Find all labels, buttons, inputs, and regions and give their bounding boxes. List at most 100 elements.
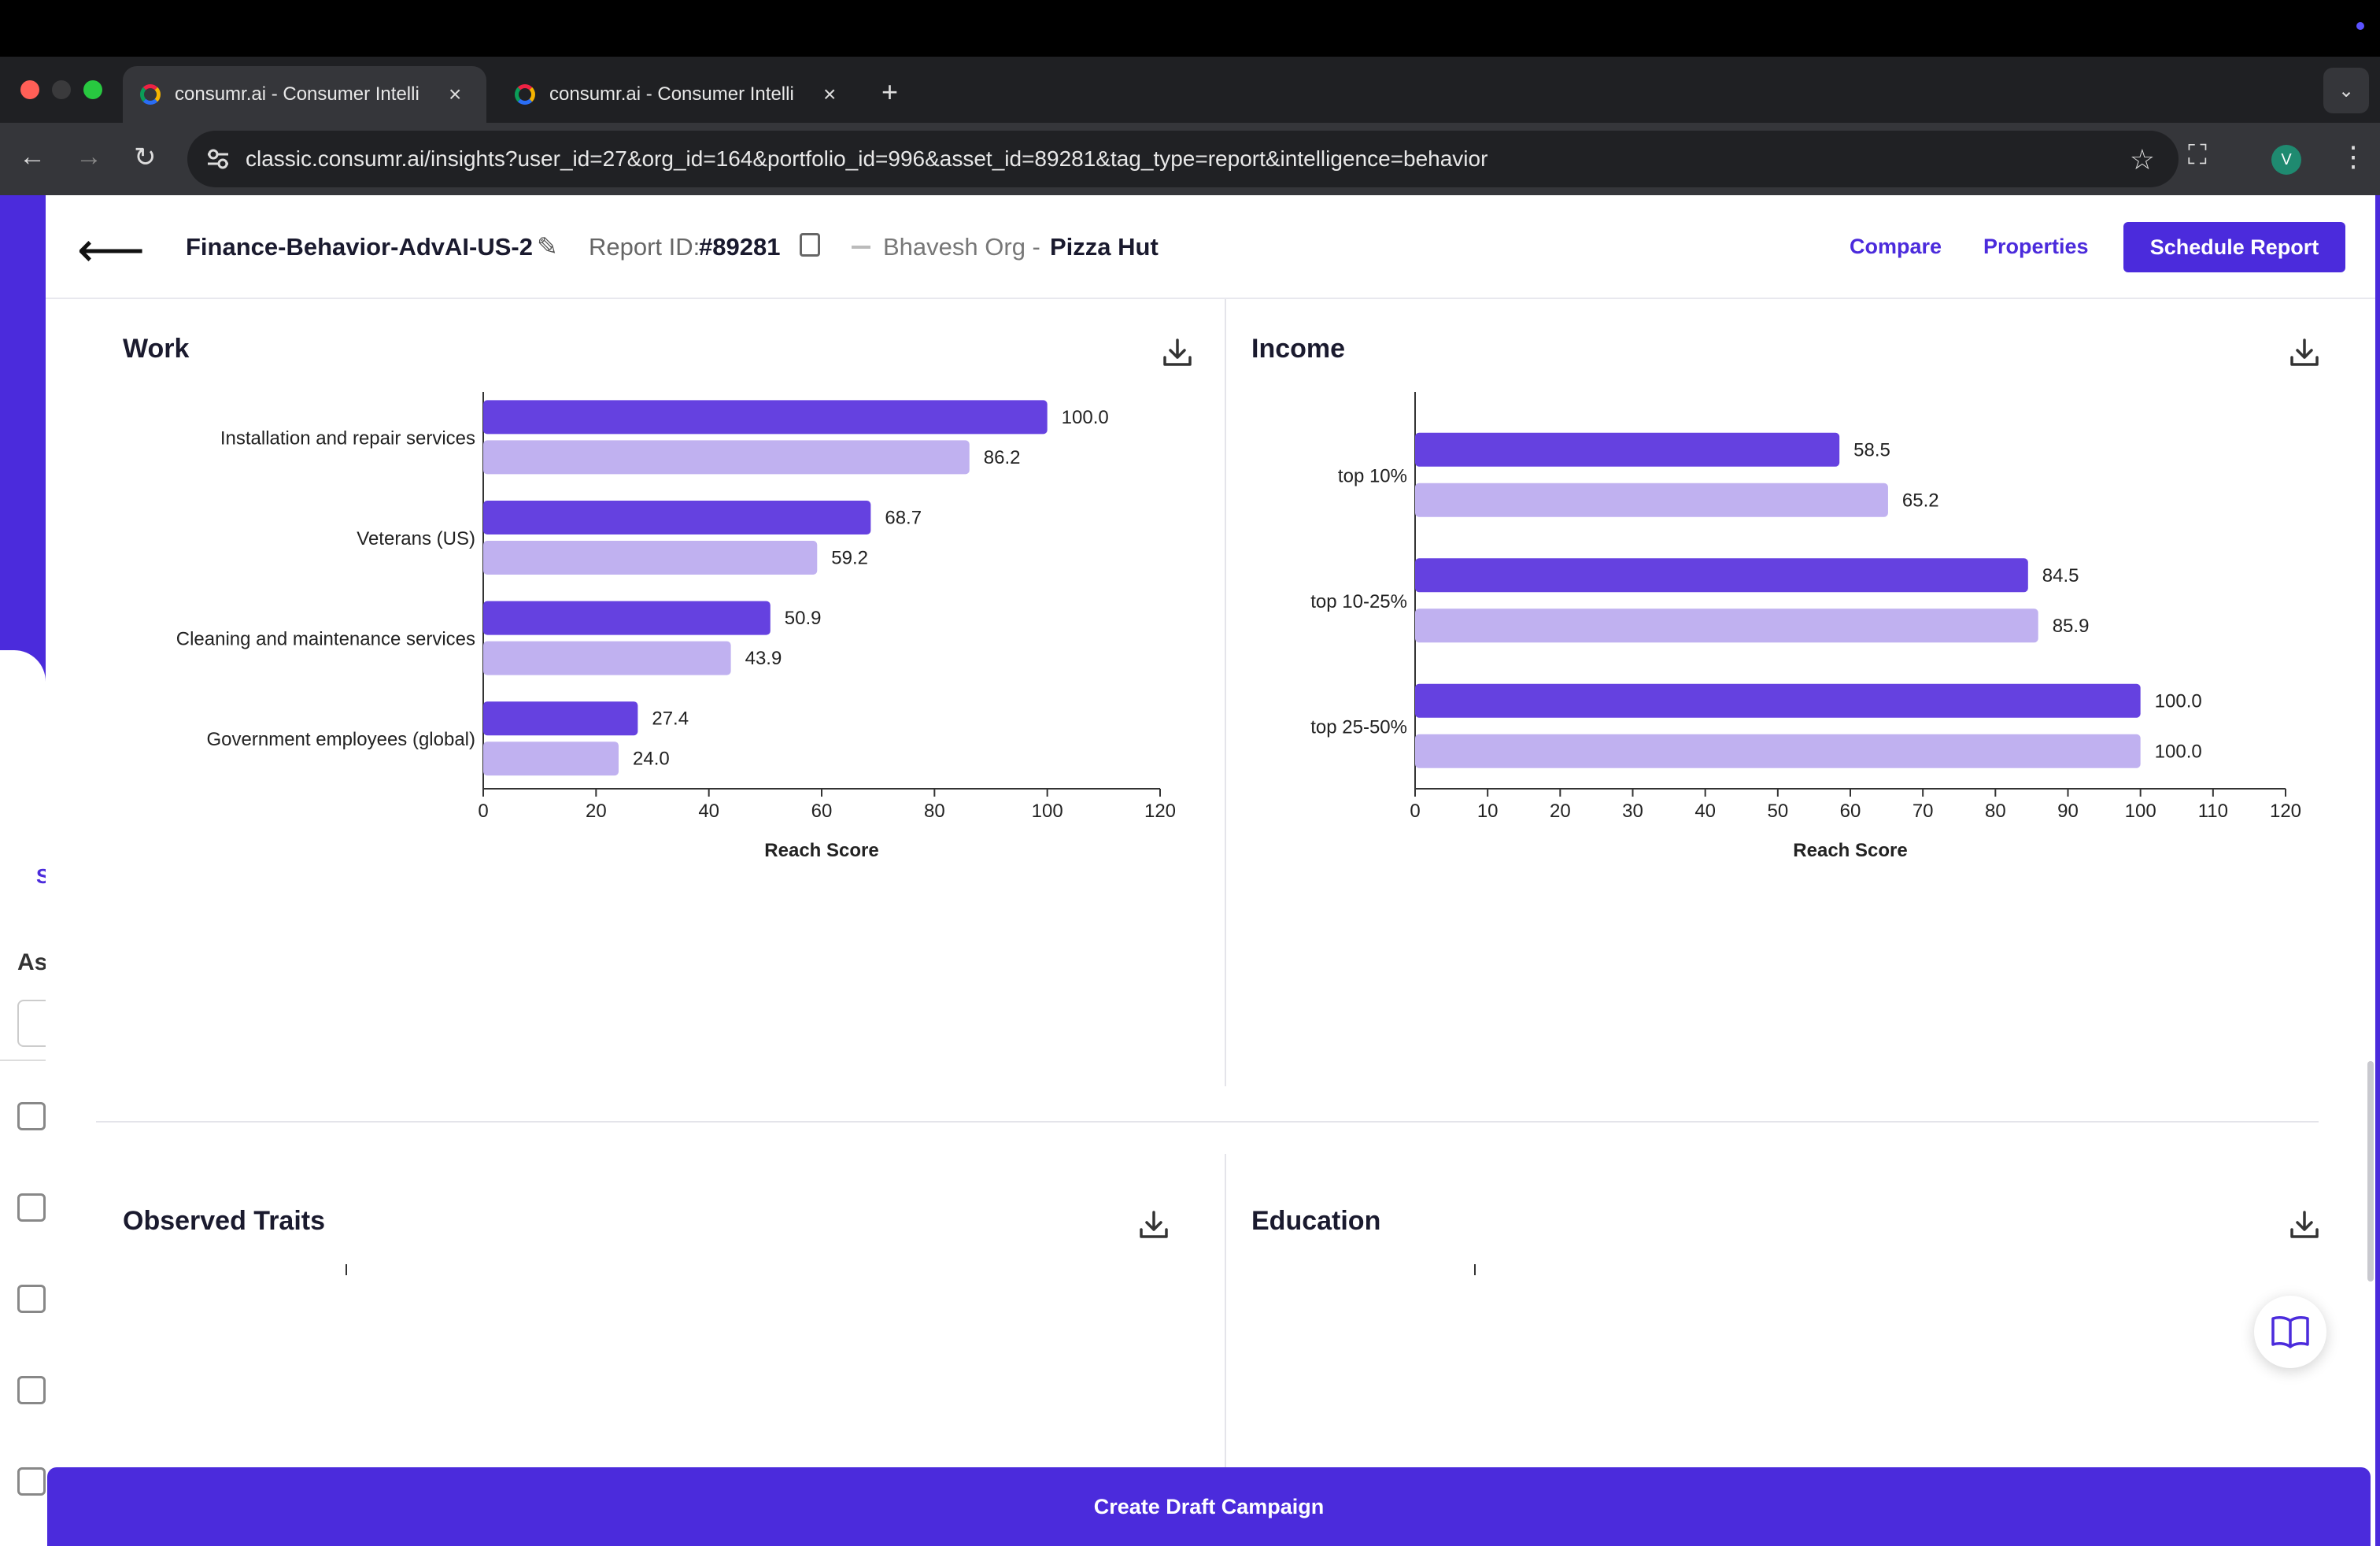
sidebar-letter: As <box>17 949 48 975</box>
new-tab-button[interactable]: + <box>881 76 898 109</box>
bar-population <box>1415 734 2141 768</box>
browser-tab-2[interactable]: consumr.ai - Consumer Intelli × <box>497 66 861 123</box>
row-checkbox[interactable] <box>17 1376 46 1404</box>
report-id-label: Report ID: <box>589 233 700 261</box>
data-label: 86.2 <box>984 447 1021 468</box>
url-text: classic.consumr.ai/insights?user_id=27&o… <box>246 146 1488 171</box>
tab-search-icon[interactable]: ⌄ <box>2323 68 2369 113</box>
row-divider <box>0 1060 46 1061</box>
bar-population <box>483 641 731 675</box>
schedule-report-button[interactable]: Schedule Report <box>2123 222 2345 272</box>
row-checkbox[interactable] <box>17 1467 46 1496</box>
forward-nav-icon[interactable]: → <box>76 142 102 172</box>
maximize-window-button[interactable] <box>83 80 102 99</box>
create-draft-campaign-button[interactable]: Create Draft Campaign <box>47 1467 2371 1546</box>
category-label: top 10% <box>1338 465 1407 486</box>
x-tick-label: 0 <box>478 801 488 822</box>
bookmark-star-icon[interactable]: ☆ <box>2130 143 2155 176</box>
reload-icon[interactable]: ↻ <box>134 142 157 173</box>
edit-pencil-icon[interactable]: ✎ <box>537 231 558 261</box>
back-nav-icon[interactable]: ← <box>19 142 46 172</box>
back-arrow-icon[interactable]: ⟵ <box>77 227 145 274</box>
extensions-icon[interactable]: ⛶ <box>2188 140 2207 171</box>
top-strip <box>0 0 2380 57</box>
data-label: 24.0 <box>633 749 670 770</box>
favicon-icon <box>515 84 535 105</box>
copyright-fragment: © <box>24 1521 38 1542</box>
separator-dash <box>852 246 870 249</box>
report-id: #89281 <box>699 233 781 261</box>
download-icon[interactable] <box>1162 337 1193 368</box>
address-bar[interactable]: classic.consumr.ai/insights?user_id=27&o… <box>187 131 2179 187</box>
bar-audience <box>1415 558 2028 593</box>
close-tab-icon[interactable]: × <box>823 82 836 107</box>
report-header: ⟵ Finance-Behavior-AdvAI-US-2 ✎ Report I… <box>46 195 2375 299</box>
x-tick-label: 20 <box>1550 801 1571 822</box>
data-label: 50.9 <box>785 608 822 629</box>
observed-traits-chart: PopulationAudience83.971.2Engaged shoppe… <box>346 1264 347 1275</box>
category-label: Installation and repair services <box>220 427 475 449</box>
open-book-icon <box>2271 1316 2309 1348</box>
bar-audience <box>1415 432 1840 467</box>
brand-name: Pizza Hut <box>1050 233 1159 261</box>
row-checkbox[interactable] <box>17 1285 46 1313</box>
minimize-window-button[interactable] <box>52 80 71 99</box>
data-label: 43.9 <box>745 648 782 669</box>
scrollbar-thumb[interactable] <box>2367 1061 2374 1282</box>
report-panel: ⟵ Finance-Behavior-AdvAI-US-2 ✎ Report I… <box>46 195 2375 1546</box>
close-window-button[interactable] <box>20 80 39 99</box>
category-label: top 10-25% <box>1310 591 1407 612</box>
data-label: 100.0 <box>2155 741 2202 762</box>
x-tick-label: 90 <box>2057 801 2079 822</box>
bar-audience <box>483 601 771 635</box>
x-tick-label: 70 <box>1913 801 1934 822</box>
data-label: 59.2 <box>831 548 868 569</box>
row-checkbox[interactable] <box>17 1102 46 1130</box>
download-icon[interactable] <box>2289 337 2320 368</box>
data-label: 100.0 <box>2155 690 2202 712</box>
x-tick-label: 80 <box>924 801 945 822</box>
x-tick-label: 100 <box>2125 801 2156 822</box>
data-label: 84.5 <box>2042 565 2079 586</box>
x-tick-label: 20 <box>586 801 607 822</box>
download-icon[interactable] <box>2289 1209 2320 1241</box>
x-tick-label: 80 <box>1985 801 2006 822</box>
x-tick-label: 0 <box>1410 801 1420 822</box>
close-tab-icon[interactable]: × <box>449 82 461 107</box>
guide-book-button[interactable] <box>2254 1296 2326 1368</box>
bar-population <box>1415 483 1888 517</box>
x-tick-label: 120 <box>2270 801 2301 822</box>
bar-audience <box>1415 683 2141 718</box>
profile-avatar[interactable]: V <box>2271 145 2301 175</box>
bar-audience <box>483 400 1048 435</box>
favicon-icon <box>140 84 161 105</box>
chart-title-income: Income <box>1251 334 1346 364</box>
data-label: 27.4 <box>652 708 689 730</box>
income-chart: PopulationAudience26.531.6top 5%58.565.2… <box>1310 392 2301 861</box>
row-checkbox[interactable] <box>17 1193 46 1222</box>
copy-icon[interactable] <box>800 233 820 257</box>
download-icon[interactable] <box>1138 1209 1170 1241</box>
category-label: top 25-50% <box>1310 716 1407 738</box>
chart-title-education: Education <box>1251 1206 1381 1236</box>
browser-tab-1[interactable]: consumr.ai - Consumer Intelli × <box>123 66 486 123</box>
data-label: 100.0 <box>1062 407 1109 428</box>
x-tick-label: 110 <box>2198 801 2228 822</box>
bar-population <box>483 742 619 776</box>
x-axis-title: Reach Score <box>764 840 878 861</box>
background-sidebar-fragment: S As <box>0 650 65 1546</box>
bar-population <box>483 541 818 575</box>
data-label: 65.2 <box>1902 490 1939 511</box>
row-divider <box>96 1121 2319 1123</box>
site-settings-icon[interactable] <box>206 148 230 170</box>
work-chart: PopulationAudience76.364.6Construction a… <box>176 392 1176 861</box>
education-chart: PopulationAudience54.954.0High school le… <box>1474 1264 1476 1275</box>
category-label: Cleaning and maintenance services <box>176 629 475 650</box>
tab-title: consumr.ai - Consumer Intelli <box>549 83 794 105</box>
properties-link[interactable]: Properties <box>1983 235 2089 259</box>
bar-population <box>1415 608 2038 643</box>
browser-menu-icon[interactable]: ⋮ <box>2339 140 2367 173</box>
compare-link[interactable]: Compare <box>1850 235 1942 259</box>
org-name: Bhavesh Org - <box>883 233 1040 261</box>
chart-title-work: Work <box>123 334 190 364</box>
